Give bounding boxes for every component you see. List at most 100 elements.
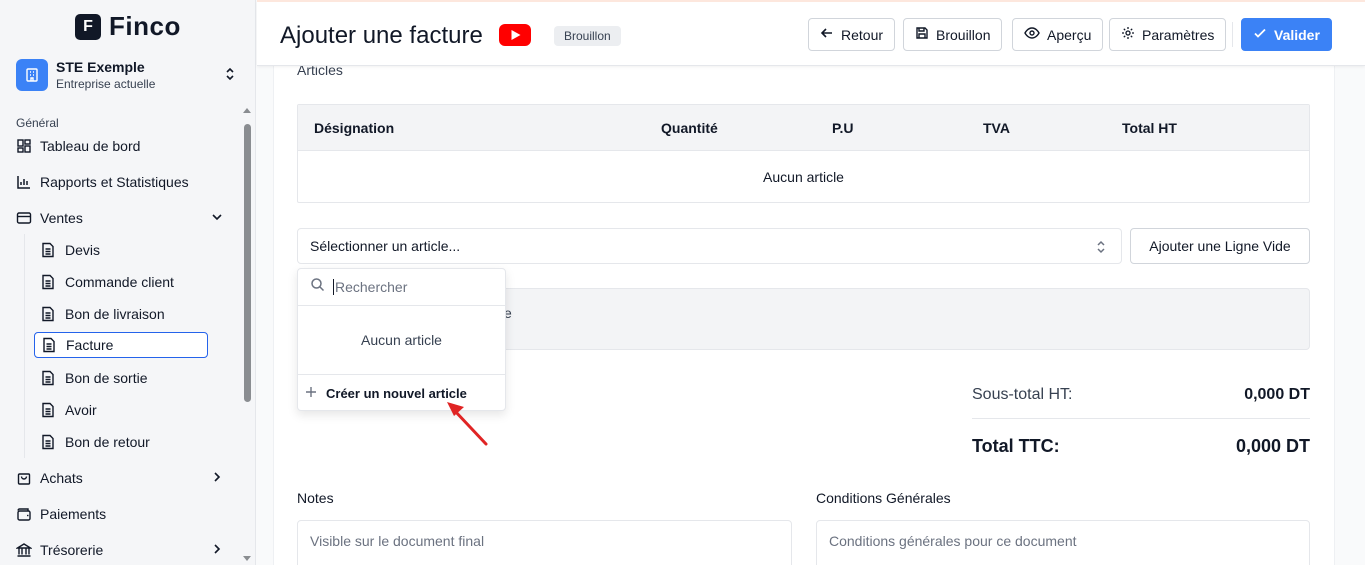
sidebar-subitem-label: Avoir — [65, 402, 97, 418]
settings-button[interactable]: Paramètres — [1109, 18, 1227, 51]
search-icon — [310, 277, 325, 297]
dashboard-icon — [16, 138, 32, 154]
article-select[interactable]: Sélectionner un article... — [297, 228, 1122, 264]
annotation-arrow-icon — [447, 402, 488, 446]
gear-icon — [1121, 26, 1135, 43]
scroll-down-arrow[interactable] — [243, 556, 251, 561]
arrow-left-icon — [820, 26, 834, 43]
sidebar: F Finco STE Exemple Entreprise actuelle … — [0, 0, 256, 565]
page-title: Ajouter une facture — [280, 22, 483, 49]
column-header-pu: P.U — [832, 120, 854, 136]
submenu-guide-line — [24, 234, 25, 458]
document-icon — [40, 274, 56, 290]
settings-button-label: Paramètres — [1142, 26, 1215, 43]
chevron-up-down-icon — [1095, 239, 1107, 258]
sidebar-subitem-label: Bon de livraison — [65, 306, 165, 322]
conditions-textarea[interactable] — [816, 520, 1310, 565]
sidebar-item-dashboard[interactable]: Tableau de bord — [16, 132, 228, 160]
sidebar-item-label: Rapports et Statistiques — [40, 174, 189, 190]
column-header-total-ht: Total HT — [1122, 120, 1177, 136]
sidebar-group-label: Général — [16, 116, 59, 130]
brand-logo[interactable]: F Finco — [75, 11, 181, 42]
draft-button[interactable]: Brouillon — [903, 18, 1003, 51]
column-header-tva: TVA — [983, 120, 1010, 136]
sidebar-item-commande-client[interactable]: Commande client — [34, 269, 208, 295]
sidebar-scrollbar[interactable] — [242, 106, 252, 565]
table-header: Désignation Quantité P.U TVA Total HT — [298, 105, 1309, 151]
sidebar-item-tresorerie[interactable]: Trésorerie — [16, 536, 228, 564]
youtube-icon[interactable] — [499, 24, 531, 51]
company-subtitle: Entreprise actuelle — [56, 77, 156, 91]
subtotal-label: Sous-total HT: — [972, 386, 1073, 403]
column-header-designation: Désignation — [314, 120, 395, 136]
article-dropdown: Aucun article Créer un nouvel article — [297, 268, 506, 411]
company-switcher[interactable]: STE Exemple Entreprise actuelle — [16, 58, 240, 92]
notes-textarea[interactable] — [297, 520, 792, 565]
scroll-up-arrow[interactable] — [243, 108, 251, 113]
articles-table: Désignation Quantité P.U TVA Total HT Au… — [297, 104, 1310, 203]
sidebar-subitem-label: Facture — [66, 337, 114, 353]
eye-icon — [1024, 26, 1040, 43]
back-button[interactable]: Retour — [808, 18, 896, 51]
sidebar-item-paiements[interactable]: Paiements — [16, 500, 228, 528]
sidebar-item-label: Paiements — [40, 506, 107, 522]
logo-mark: F — [75, 13, 101, 40]
conditions-label: Conditions Générales — [816, 490, 951, 506]
chevron-down-icon — [210, 210, 224, 227]
card-icon — [16, 210, 32, 226]
sidebar-subitem-label: Bon de retour — [65, 434, 150, 450]
dropdown-search — [298, 269, 505, 306]
column-header-quantite: Quantité — [661, 120, 718, 136]
sidebar-subitem-label: Bon de sortie — [65, 370, 148, 386]
add-empty-line-button[interactable]: Ajouter une Ligne Vide — [1130, 228, 1310, 264]
chevron-up-down-icon — [224, 66, 236, 87]
back-button-label: Retour — [841, 26, 884, 43]
sidebar-item-bon-de-retour[interactable]: Bon de retour — [34, 429, 208, 455]
validate-button-label: Valider — [1274, 26, 1320, 43]
sidebar-subitem-label: Commande client — [65, 274, 174, 290]
sidebar-item-facture[interactable]: Facture — [34, 332, 208, 358]
save-icon — [915, 26, 929, 43]
building-icon — [16, 59, 48, 91]
plus-icon — [305, 386, 317, 401]
document-icon — [40, 402, 56, 418]
scroll-thumb[interactable] — [244, 124, 251, 402]
wallet-icon — [16, 506, 32, 522]
table-empty-row: Aucun article — [763, 169, 844, 185]
sidebar-item-devis[interactable]: Devis — [34, 237, 208, 263]
page-header: Ajouter une facture Brouillon Retour Bro… — [257, 0, 1365, 66]
sidebar-item-achats[interactable]: Achats — [16, 464, 228, 492]
status-badge: Brouillon — [554, 26, 621, 46]
preview-button[interactable]: Aperçu — [1012, 18, 1104, 51]
sidebar-item-bon-de-sortie[interactable]: Bon de sortie — [34, 365, 208, 391]
shopping-bag-icon — [16, 470, 32, 486]
sidebar-item-ventes[interactable]: Ventes — [16, 204, 228, 232]
header-divider — [1232, 22, 1233, 47]
sidebar-item-label: Ventes — [40, 210, 83, 226]
article-select-value: Sélectionner un article... — [310, 238, 461, 254]
document-icon — [40, 242, 56, 258]
document-icon — [40, 370, 56, 386]
preview-button-label: Aperçu — [1047, 26, 1092, 43]
sidebar-item-bon-de-livraison[interactable]: Bon de livraison — [34, 301, 208, 327]
subtotal-value: 0,000 DT — [1244, 386, 1310, 403]
dropdown-empty-text: Aucun article — [298, 306, 505, 375]
chevron-right-icon — [210, 470, 224, 487]
bank-icon — [16, 542, 32, 558]
sidebar-item-label: Achats — [40, 470, 83, 486]
draft-button-label: Brouillon — [936, 26, 991, 43]
check-icon — [1253, 26, 1267, 43]
sidebar-subitem-label: Devis — [65, 242, 101, 258]
notes-label: Notes — [297, 490, 334, 506]
sidebar-item-reports[interactable]: Rapports et Statistiques — [16, 168, 228, 196]
company-name: STE Exemple — [56, 59, 145, 75]
sidebar-item-label: Tableau de bord — [40, 138, 141, 154]
search-input[interactable] — [333, 279, 493, 295]
validate-button[interactable]: Valider — [1241, 18, 1332, 51]
document-icon — [40, 306, 56, 322]
document-icon — [41, 337, 57, 353]
sidebar-item-avoir[interactable]: Avoir — [34, 397, 208, 423]
chevron-right-icon — [210, 542, 224, 559]
total-ttc-label: Total TTC: — [972, 436, 1060, 456]
totals-divider — [972, 418, 1310, 419]
